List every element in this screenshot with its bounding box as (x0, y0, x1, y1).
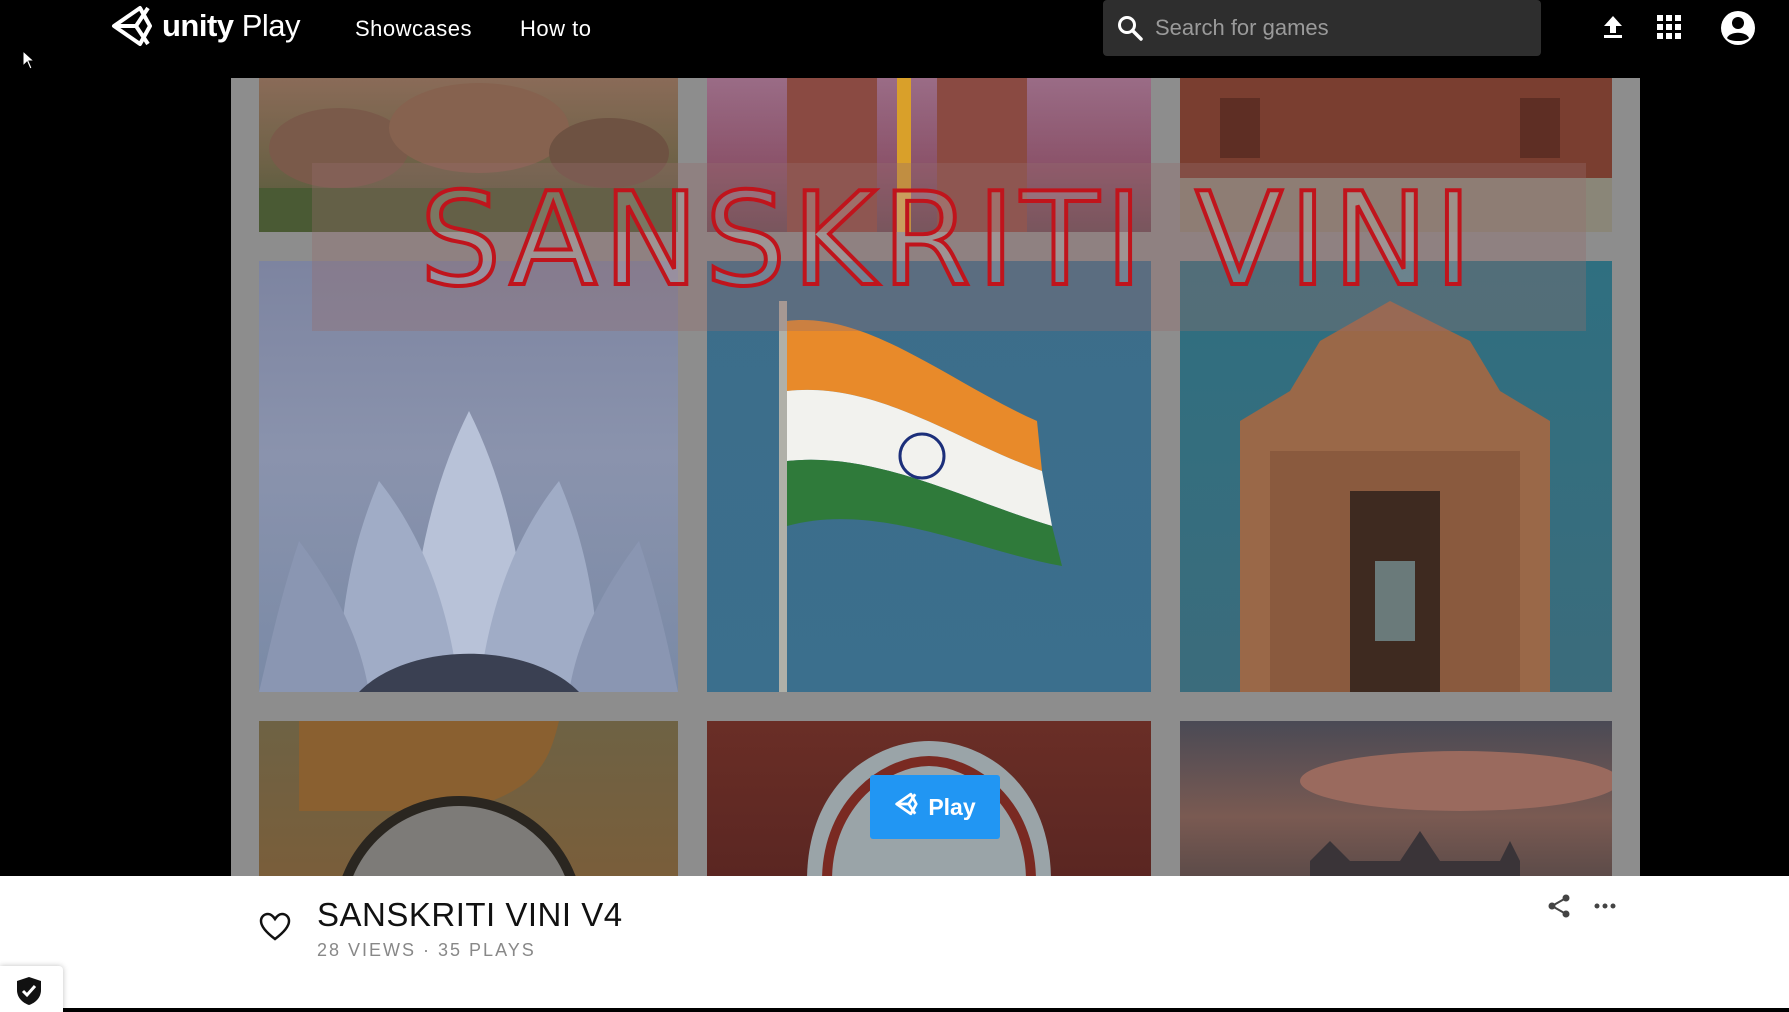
search-input[interactable] (1155, 15, 1525, 41)
privacy-badge[interactable] (0, 966, 63, 1012)
play-button[interactable]: Play (870, 775, 1000, 839)
shield-check-icon (15, 976, 43, 1006)
upload-icon[interactable] (1598, 12, 1628, 42)
game-frame[interactable]: SANSKRITI VINI Play (231, 78, 1640, 876)
top-navigation-bar: unity Play Showcases How to (0, 0, 1789, 57)
unity-play-logo[interactable]: unity Play (110, 4, 301, 48)
account-icon[interactable] (1720, 10, 1756, 46)
cursor-icon (22, 49, 36, 75)
search-bar[interactable] (1103, 0, 1541, 56)
collage-tile-palace-sunset (1180, 721, 1612, 876)
share-icon[interactable] (1546, 893, 1572, 919)
game-title-art: SANSKRITI VINI (418, 164, 1479, 317)
unity-logo-icon (110, 4, 156, 48)
game-stats: 28 VIEWS · 35 PLAYS (317, 940, 536, 960)
logo-text: unity Play (162, 8, 301, 43)
search-icon (1117, 15, 1143, 41)
apps-grid-icon[interactable] (1654, 12, 1684, 42)
nav-showcases[interactable]: Showcases (355, 16, 472, 42)
game-info-bar: SANSKRITI VINI V4 28 VIEWS · 35 PLAYS (0, 876, 1789, 1012)
play-button-label: Play (928, 793, 976, 820)
more-icon[interactable] (1592, 893, 1618, 919)
heart-icon[interactable] (259, 912, 291, 942)
unity-logo-icon (894, 792, 920, 822)
game-title: SANSKRITI VINI V4 (317, 896, 623, 933)
nav-how-to[interactable]: How to (520, 16, 591, 42)
collage-tile-coin (259, 721, 678, 876)
